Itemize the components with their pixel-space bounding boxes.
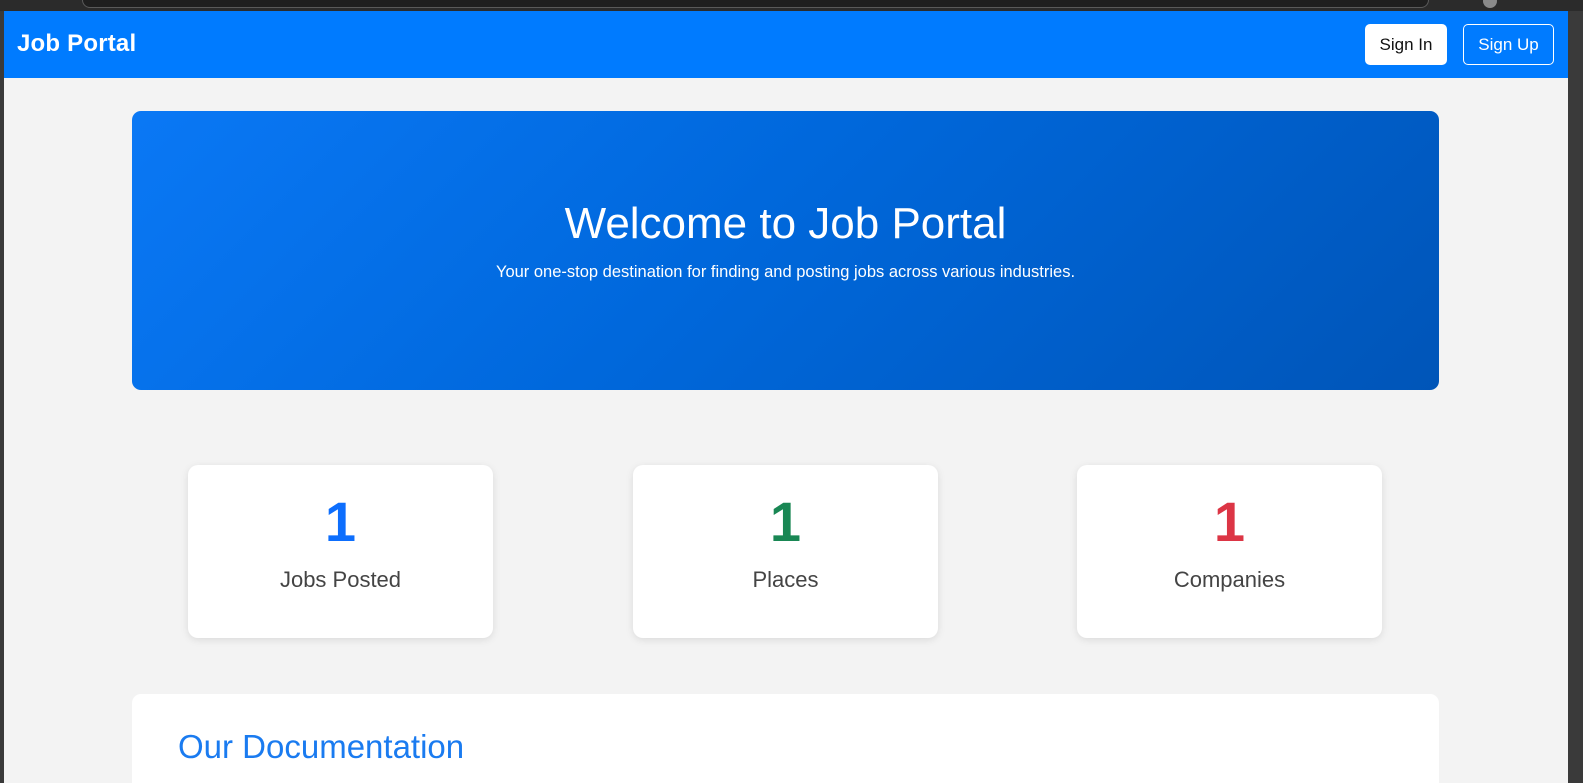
stat-label: Companies <box>1173 567 1286 592</box>
stat-card-companies: 1 Companies <box>1077 465 1382 638</box>
documentation-panel: Our Documentation <box>132 694 1439 783</box>
stat-value: 1 <box>324 490 357 553</box>
stat-label: Jobs Posted <box>279 567 402 592</box>
stat-label: Places <box>752 567 819 592</box>
stat-value: 1 <box>1213 490 1246 553</box>
profile-icon[interactable] <box>1483 0 1497 8</box>
page-viewport: Job Portal Sign In Sign Up Welcome to Jo… <box>4 11 1568 783</box>
browser-chrome <box>0 0 1583 11</box>
navbar: Job Portal Sign In Sign Up <box>4 11 1568 78</box>
sign-up-button[interactable]: Sign Up <box>1463 24 1554 65</box>
window-edge <box>1568 11 1583 783</box>
stat-card-places: 1 Places <box>633 465 938 638</box>
stat-card-jobs-posted: 1 Jobs Posted <box>188 465 493 638</box>
documentation-title: Our Documentation <box>178 728 465 765</box>
brand-logo[interactable]: Job Portal <box>17 30 136 58</box>
hero-banner: Welcome to Job Portal Your one-stop dest… <box>132 111 1439 390</box>
address-bar[interactable] <box>82 0 1429 8</box>
hero-subtitle: Your one-stop destination for finding an… <box>495 263 1076 281</box>
sign-in-button[interactable]: Sign In <box>1365 24 1447 65</box>
stat-value: 1 <box>769 490 802 553</box>
hero-title: Welcome to Job Portal <box>564 199 1007 248</box>
